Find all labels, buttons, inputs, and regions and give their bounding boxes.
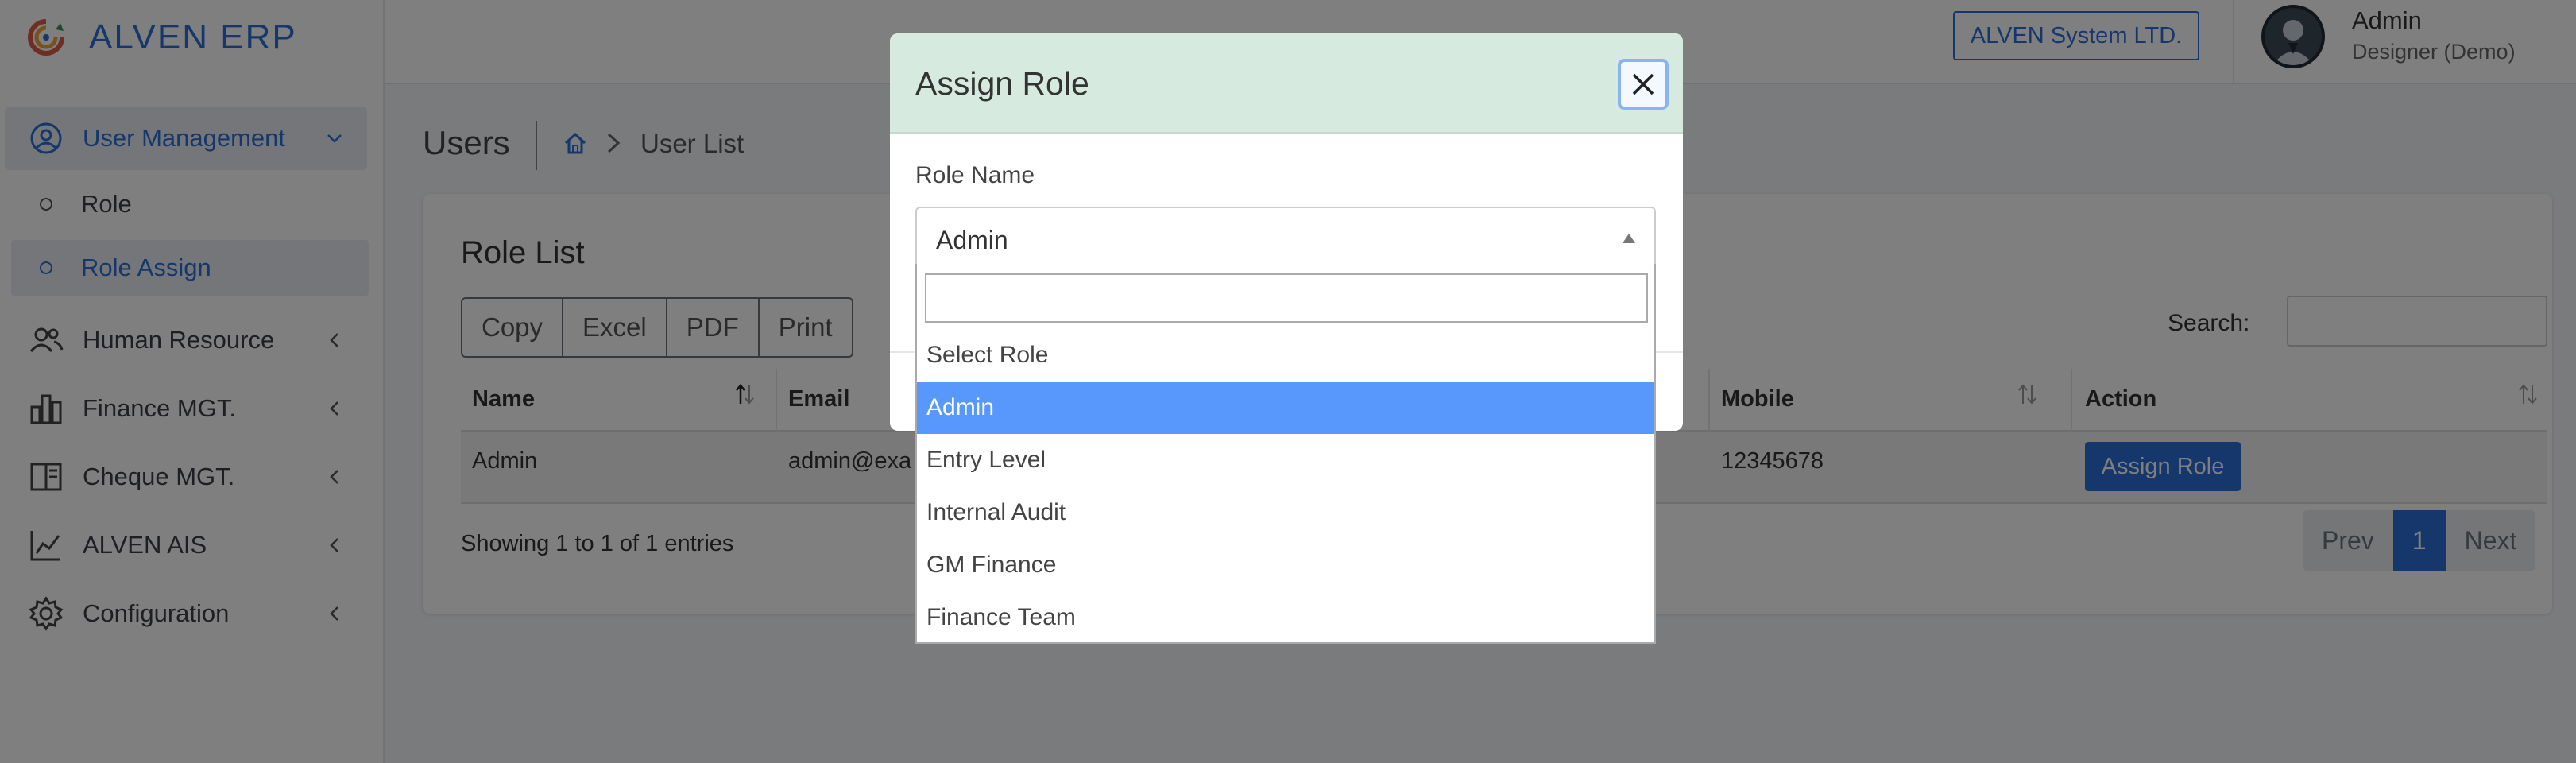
option-admin[interactable]: Admin: [917, 382, 1654, 434]
close-icon: [1632, 73, 1654, 95]
role-dropdown: Select Role Admin Entry Level Internal A…: [915, 264, 1656, 644]
modal-title: Assign Role: [915, 65, 1089, 102]
role-select-value: Admin: [936, 226, 1008, 254]
close-button[interactable]: [1618, 59, 1669, 110]
dropdown-search-input[interactable]: [925, 273, 1648, 323]
option-entry-level[interactable]: Entry Level: [917, 434, 1654, 486]
option-finance-team[interactable]: Finance Team: [917, 591, 1654, 644]
role-name-label: Role Name: [915, 162, 1035, 188]
option-select-role[interactable]: Select Role: [917, 329, 1654, 382]
option-gm-finance[interactable]: GM Finance: [917, 539, 1654, 591]
caret-up-icon: [1623, 234, 1635, 243]
role-select[interactable]: Admin: [915, 207, 1656, 270]
option-internal-audit[interactable]: Internal Audit: [917, 486, 1654, 539]
modal-header: Assign Role: [890, 33, 1683, 134]
